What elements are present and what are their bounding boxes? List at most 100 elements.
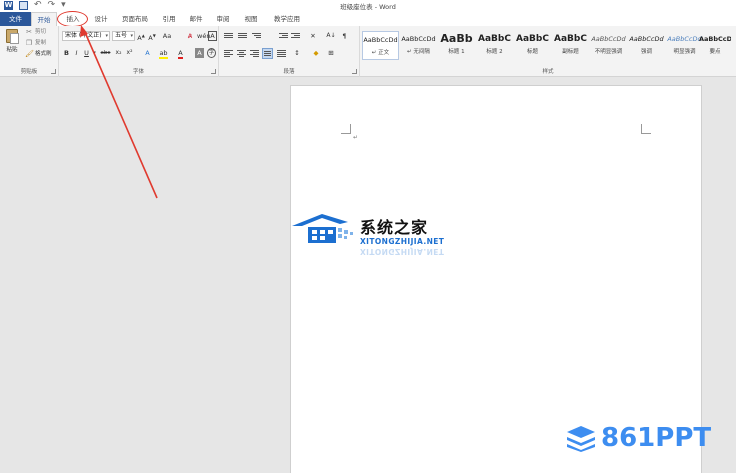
style-name: 强调 [640,49,652,55]
change-case-button[interactable]: Aa [161,31,173,41]
paste-button[interactable]: 粘贴 [4,29,20,57]
style-sample: AaBbCcDd [363,36,398,44]
style-name: 副标题 [562,49,579,55]
format-painter-button[interactable]: 🖌 格式刷 [25,50,52,59]
italic-icon[interactable]: I [73,48,80,58]
clipboard-dialog-launcher-icon[interactable] [51,69,56,74]
style-sample: AaBbCcDd [591,35,626,43]
chevron-down-icon[interactable]: ▾ [130,32,133,40]
line-spacing-icon[interactable]: ↕ [291,48,303,58]
borders-icon[interactable]: ⊞ [326,48,336,58]
ribbon: 粘贴 ✂ 剪切 ❐ 复制 🖌 格式刷 剪贴板 宋体 (中文正) ▾ 五号 ▾ A… [0,26,736,77]
title-bar: W ↶ ↷ ▾ 班级座位表 - Word [0,0,736,12]
font-group-label: 字体 [132,69,144,75]
style-sample: AaBbC [516,34,549,44]
clipboard-group-label: 剪贴板 [20,69,38,75]
clipboard-icon [6,29,19,44]
margin-corner-right [641,124,651,134]
font-dialog-launcher-icon[interactable] [211,69,216,74]
superscript-icon[interactable]: x² [125,48,134,58]
bold-icon[interactable]: B [63,48,70,58]
style-name: ↵ 无间隔 [407,49,430,55]
style-sample: AaBbCcDd [629,35,664,43]
shrink-font-icon[interactable]: A▼ [148,31,156,42]
style-normal[interactable]: AaBbCcDd ↵ 正文 [362,31,399,60]
brand-domain: XITONGZHIJIA.NET [360,237,445,246]
copy-icon: ❐ [25,39,33,47]
font-group: 宋体 (中文正) ▾ 五号 ▾ A▲ A▼ Aa A̷ wén A B I U … [59,26,219,77]
document-title: 班级座位表 - Word [340,3,396,11]
ppt-watermark: 861PPT [565,422,711,454]
margin-corner-left [341,124,351,134]
cut-button[interactable]: ✂ 剪切 [25,28,46,37]
increase-indent-icon[interactable] [291,32,300,41]
style-heading-2[interactable]: AaBbC 标题 2 [476,31,513,60]
enclosed-characters-icon[interactable]: 字 [207,48,216,58]
style-sample: AaBbCcDd [699,35,731,43]
clear-formatting-icon[interactable]: A̷ [186,31,194,41]
house-logo-icon [292,214,353,243]
subscript-icon[interactable]: x₂ [114,48,123,58]
align-left-icon[interactable] [224,49,233,58]
phonetic-guide-icon[interactable]: wén [197,31,210,41]
tab-page-layout[interactable]: 页面布局 [116,12,154,26]
tab-teaching-apps[interactable]: 教学应用 [268,12,306,26]
font-color-icon[interactable]: A [176,48,185,59]
character-border-icon[interactable]: A [208,31,217,41]
style-name: 标题 [526,49,538,55]
style-intense-emphasis[interactable]: AaBbCcDd 明显强调 [666,31,703,60]
grow-font-icon[interactable]: A▲ [137,31,145,42]
style-title[interactable]: AaBbC 标题 [514,31,551,60]
numbering-icon[interactable] [238,32,247,41]
highlight-icon[interactable]: ab [159,48,168,59]
text-effects-icon[interactable]: A [143,48,152,58]
layers-logo-icon [567,426,595,452]
align-center-icon[interactable] [237,49,246,58]
styles-group-label: 样式 [542,69,554,75]
style-strong[interactable]: AaBbCcDd 要点 [699,31,731,60]
paste-label: 粘贴 [6,47,18,53]
style-name: 标题 2 [486,49,503,55]
font-name-combo[interactable]: 宋体 (中文正) ▾ [62,31,110,41]
style-subtle-emphasis[interactable]: AaBbCcDd 不明显强调 [590,31,627,60]
multilevel-list-icon[interactable] [252,32,261,41]
style-name: 要点 [709,49,721,55]
chevron-down-icon[interactable]: ▾ [105,32,108,40]
annotation-circle [57,11,88,27]
align-right-icon[interactable] [250,49,259,58]
styles-group: AaBbCcDd ↵ 正文 AaBbCcDd ↵ 无间隔 AaBb 标题 1 A… [360,26,736,77]
font-name-value: 宋体 (中文正) [65,32,102,39]
font-size-combo[interactable]: 五号 ▾ [112,31,135,41]
character-shading-icon[interactable]: A [195,48,204,58]
tab-mailings[interactable]: 邮件 [185,12,207,26]
strikethrough-icon[interactable]: abc [100,48,111,58]
style-emphasis[interactable]: AaBbCcDd 强调 [628,31,665,60]
justify-icon[interactable] [262,48,273,59]
style-heading-1[interactable]: AaBb 标题 1 [438,31,475,60]
paragraph-mark: ↵ [353,134,359,141]
tab-design[interactable]: 设计 [89,12,113,26]
tab-references[interactable]: 引用 [158,12,180,26]
chevron-down-icon[interactable]: ▾ [92,48,97,58]
shading-icon[interactable]: ◆ [311,48,321,58]
show-marks-icon[interactable]: ¶ [340,31,349,41]
style-subtitle[interactable]: AaBbC 副标题 [552,31,589,60]
format-painter-label: 格式刷 [35,51,52,57]
underline-icon[interactable]: U [83,48,90,58]
tab-view[interactable]: 视图 [239,12,263,26]
document-page[interactable]: ↵ [290,85,702,473]
font-size-value: 五号 [115,32,128,39]
copy-button[interactable]: ❐ 复制 [25,39,46,48]
style-no-spacing[interactable]: AaBbCcDd ↵ 无间隔 [400,31,437,60]
ribbon-tabs: 文件 开始 插入 设计 页面布局 引用 邮件 审阅 视图 教学应用 [0,12,736,26]
distributed-icon[interactable] [277,49,286,58]
tab-home[interactable]: 开始 [31,12,57,26]
style-sample: AaBbCcDd [667,35,702,43]
paragraph-dialog-launcher-icon[interactable] [352,69,357,74]
tab-file[interactable]: 文件 [0,12,31,26]
sort-icon[interactable]: A↓ [325,31,337,41]
chinese-layout-icon[interactable]: ✕ [307,31,319,41]
bullets-icon[interactable] [224,32,233,41]
tab-review[interactable]: 审阅 [212,12,234,26]
decrease-indent-icon[interactable] [279,32,288,41]
